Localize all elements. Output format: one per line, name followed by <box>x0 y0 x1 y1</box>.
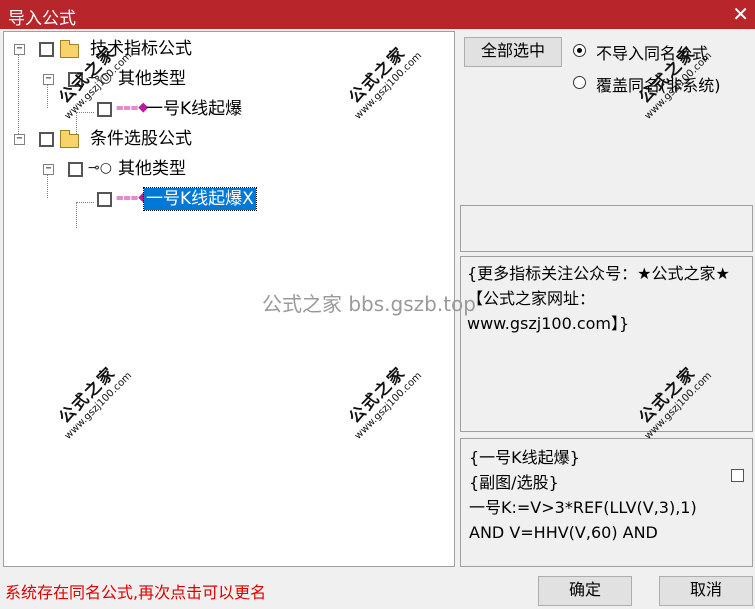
checkbox[interactable] <box>731 469 744 482</box>
folder-icon <box>60 40 79 58</box>
key-icon: ⊸○ <box>88 70 112 86</box>
checkbox[interactable] <box>68 162 83 177</box>
checkbox[interactable] <box>68 72 83 87</box>
tree-node-label: 其他类型 <box>118 159 186 179</box>
checkbox[interactable] <box>97 102 112 117</box>
checkbox[interactable] <box>39 132 54 147</box>
info-text: {更多指标关注公众号：★公式之家★ 【公式之家网址：www.gszj100.co… <box>467 264 735 333</box>
status-message: 系统存在同名公式,再次点击可以更名 <box>5 583 267 602</box>
close-icon[interactable]: ✕ <box>732 2 749 26</box>
code-line: AND V=HHV(V,60) AND <box>469 523 658 542</box>
info-panel: {更多指标关注公众号：★公式之家★ 【公式之家网址：www.gszj100.co… <box>460 256 753 432</box>
empty-field <box>460 205 753 252</box>
tree-node-tech-indicators[interactable]: − 技术指标公式 <box>4 38 444 62</box>
folder-icon <box>60 130 79 148</box>
radio-no-import-label[interactable]: 不导入同名公式 <box>596 40 708 64</box>
tree-node-formula-2[interactable]: ⩶◆ 一号K线起爆X <box>4 187 444 212</box>
cancel-button[interactable]: 取消 <box>659 576 753 606</box>
ok-button[interactable]: 确定 <box>538 576 632 606</box>
tree-node-stock-selection[interactable]: − 条件选股公式 <box>4 128 444 152</box>
tree-node-label: 技术指标公式 <box>90 39 192 59</box>
key-icon: ⊸○ <box>88 160 112 176</box>
collapse-icon[interactable]: − <box>14 134 25 145</box>
radio-overwrite[interactable] <box>573 76 586 89</box>
tree-node-other-types-1[interactable]: − ⊸○ 其他类型 <box>4 68 444 92</box>
collapse-icon[interactable]: − <box>14 44 25 55</box>
code-line: 一号K:=V>3*REF(LLV(V,3),1) <box>469 498 697 517</box>
collapse-icon[interactable]: − <box>43 164 54 175</box>
tree-line <box>18 52 19 140</box>
tree-node-label-selected: 一号K线起爆X <box>143 187 257 211</box>
checkbox[interactable] <box>97 192 112 207</box>
tree-node-label: 其他类型 <box>118 69 186 89</box>
title-bar: 导入公式 ✕ <box>0 0 755 29</box>
collapse-icon[interactable]: − <box>43 74 54 85</box>
code-panel[interactable]: {一号K线起爆} {副图/选股} 一号K:=V>3*REF(LLV(V,3),1… <box>460 438 753 567</box>
checkbox[interactable] <box>39 42 54 57</box>
code-line: {副图/选股} <box>469 473 559 492</box>
radio-no-import[interactable] <box>573 44 586 57</box>
window-title: 导入公式 <box>8 9 76 29</box>
select-all-button[interactable]: 全部选中 <box>464 37 562 67</box>
code-line: {一号K线起爆} <box>469 448 580 467</box>
tree-node-other-types-2[interactable]: − ⊸○ 其他类型 <box>4 158 444 182</box>
formula-tree[interactable]: − 技术指标公式 − ⊸○ 其他类型 ⩶◆ 一号K线起爆 − 条件选股公式 − … <box>3 31 455 567</box>
radio-overwrite-label[interactable]: 覆盖同名(非系统) <box>596 72 721 96</box>
tree-node-formula-1[interactable]: ⩶◆ 一号K线起爆 <box>4 98 444 122</box>
tree-node-label: 条件选股公式 <box>90 129 192 149</box>
tree-node-label: 一号K线起爆 <box>146 99 243 119</box>
